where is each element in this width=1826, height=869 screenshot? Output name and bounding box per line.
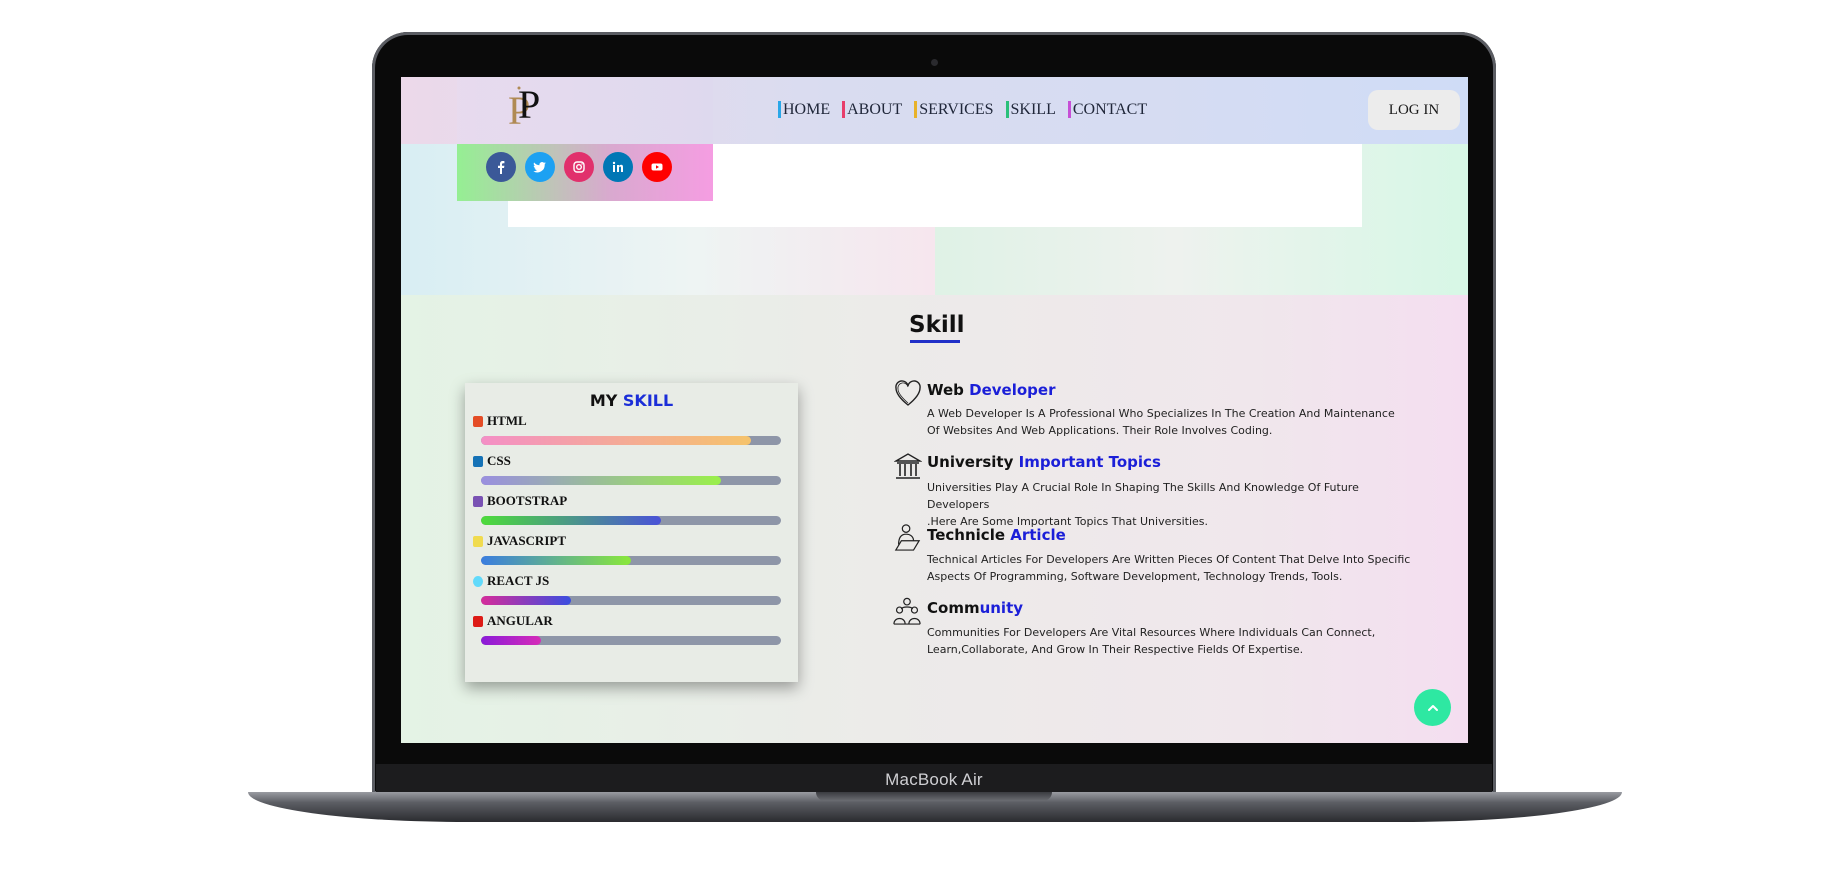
heart-icon — [895, 380, 921, 406]
topic-title-plain: Technicle — [927, 526, 1006, 544]
topic-title: Web Developer — [927, 381, 1056, 399]
javascript-icon — [473, 535, 483, 547]
card-title: MY SKILL — [465, 391, 798, 410]
card-title-prefix: MY — [589, 391, 618, 410]
skill-label: JAVASCRIPT — [487, 533, 566, 548]
desc-line: Universities Play A Crucial Role In Shap… — [927, 481, 1359, 511]
nav-contact[interactable]: CONTACT — [1067, 101, 1147, 118]
progress-fill — [481, 596, 571, 605]
progress-fill — [481, 556, 631, 565]
heading-underline — [910, 340, 960, 343]
html5-icon — [473, 415, 483, 427]
logo[interactable]: P P — [506, 82, 542, 134]
topic-title: University Important Topics — [927, 453, 1161, 471]
progress-fill — [481, 636, 541, 645]
skill-label: CSS — [487, 453, 511, 468]
card-title-accent: SKILL — [622, 391, 674, 410]
topic-title-highlight: unity — [979, 599, 1024, 617]
skill-row-html: HTML — [473, 413, 791, 445]
progress-bar — [481, 596, 781, 605]
topic-description: Technical Articles For Developers Are Wr… — [927, 551, 1417, 585]
article-writer-icon — [894, 524, 921, 551]
screen: P P HOME ABOUT SERVICES SKILL CONTACT LO… — [401, 77, 1468, 743]
facebook-icon[interactable] — [486, 152, 516, 182]
topic-title-plain: Comm — [927, 599, 980, 617]
instagram-icon[interactable] — [564, 152, 594, 182]
progress-bar — [481, 476, 781, 485]
skill-label: BOOTSTRAP — [487, 493, 568, 508]
chevron-up-icon — [1427, 704, 1438, 711]
topic-title-plain: Web — [927, 381, 964, 399]
camera-icon — [931, 59, 938, 66]
topic-description: A Web Developer Is A Professional Who Sp… — [927, 405, 1417, 439]
laptop-opening-notch — [816, 792, 1052, 801]
skill-row-angular: ANGULAR — [473, 613, 791, 645]
navbar: P P HOME ABOUT SERVICES SKILL CONTACT LO… — [401, 77, 1468, 144]
nav-home[interactable]: HOME — [778, 101, 830, 118]
navbar-logo-backdrop — [457, 77, 713, 144]
skill-section: Skill MY SKILL HTML CSS BOOTSTRAP JAVASC… — [401, 295, 1468, 743]
css3-icon — [473, 455, 483, 467]
skill-row-bootstrap: BOOTSTRAP — [473, 493, 791, 525]
desc-line: Communities For Developers Are Vital Res… — [927, 626, 1376, 639]
topic-title-highlight: Developer — [969, 381, 1056, 399]
youtube-icon[interactable] — [642, 152, 672, 182]
skill-row-css: CSS — [473, 453, 791, 485]
progress-fill — [481, 436, 751, 445]
skill-row-javascript: JAVASCRIPT — [473, 533, 791, 565]
progress-bar — [481, 436, 781, 445]
topic-title-highlight: Article — [1010, 526, 1066, 544]
desc-line: Technical Articles For Developers Are Wr… — [927, 553, 1411, 566]
progress-fill — [481, 476, 721, 485]
bootstrap-icon — [473, 495, 483, 507]
nav-services[interactable]: SERVICES — [914, 101, 994, 118]
topic-title: Technicle Article — [927, 526, 1066, 544]
twitter-icon[interactable] — [525, 152, 555, 182]
desc-line: Aspects Of Programming, Software Develop… — [927, 570, 1343, 583]
topic-description: Universities Play A Crucial Role In Shap… — [927, 479, 1417, 530]
linkedin-icon[interactable] — [603, 152, 633, 182]
desc-line: Of Websites And Web Applications. Their … — [927, 424, 1273, 437]
topic-title-plain: University — [927, 453, 1014, 471]
nav-links: HOME ABOUT SERVICES SKILL CONTACT — [778, 101, 1147, 118]
angular-icon — [473, 615, 483, 627]
skill-label: ANGULAR — [487, 613, 553, 628]
skill-row-react: REACT JS — [473, 573, 791, 605]
nav-about[interactable]: ABOUT — [842, 101, 902, 118]
react-icon — [473, 575, 483, 587]
scroll-to-top-button[interactable] — [1414, 689, 1451, 726]
topic-title-highlight: Important Topics — [1018, 453, 1161, 471]
skill-card: MY SKILL HTML CSS BOOTSTRAP JAVASCRIPT R… — [465, 383, 798, 682]
university-icon — [894, 453, 922, 479]
desc-line: Learn,Collaborate, And Grow In Their Res… — [927, 643, 1304, 656]
progress-bar — [481, 556, 781, 565]
svg-text:P: P — [518, 82, 540, 127]
device-brand-label: MacBook Air — [885, 770, 983, 789]
topic-description: Communities For Developers Are Vital Res… — [927, 624, 1417, 658]
login-button[interactable]: LOG IN — [1368, 90, 1460, 130]
community-icon — [893, 597, 921, 625]
progress-bar — [481, 636, 781, 645]
section-heading: Skill — [909, 312, 965, 338]
skill-label: HTML — [487, 413, 527, 428]
progress-bar — [481, 516, 781, 525]
topic-title: Community — [927, 599, 1023, 617]
nav-skill[interactable]: SKILL — [1005, 101, 1056, 118]
progress-fill — [481, 516, 661, 525]
desc-line: A Web Developer Is A Professional Who Sp… — [927, 407, 1395, 420]
skill-label: REACT JS — [487, 573, 550, 588]
